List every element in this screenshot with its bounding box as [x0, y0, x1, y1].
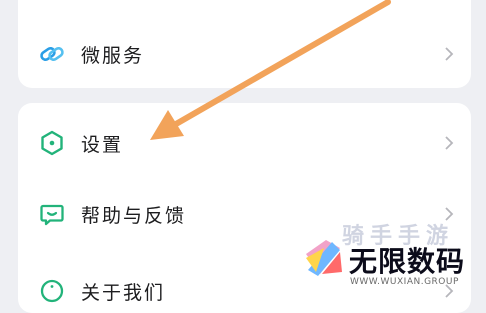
- menu-card-top: 微服务: [18, 0, 471, 88]
- chevron-right-icon: [445, 136, 454, 150]
- link-icon: [38, 40, 66, 68]
- menu-item-label: 关于我们: [81, 281, 166, 304]
- chat-feedback-icon: [38, 200, 66, 228]
- chevron-right-icon: [445, 47, 454, 61]
- menu-item-settings[interactable]: 设置: [18, 115, 471, 171]
- info-icon: [38, 277, 66, 305]
- menu-item-label: 帮助与反馈: [81, 204, 187, 227]
- watermark-subtitle: WWW.WUXIAN.GROUP: [350, 277, 459, 287]
- watermark-title: 无限数码: [349, 245, 466, 278]
- menu-item-micro-services[interactable]: 微服务: [18, 26, 471, 82]
- menu-item-label: 设置: [81, 133, 124, 156]
- hexagon-settings-icon: [38, 129, 66, 157]
- menu-item-label: 微服务: [81, 44, 145, 67]
